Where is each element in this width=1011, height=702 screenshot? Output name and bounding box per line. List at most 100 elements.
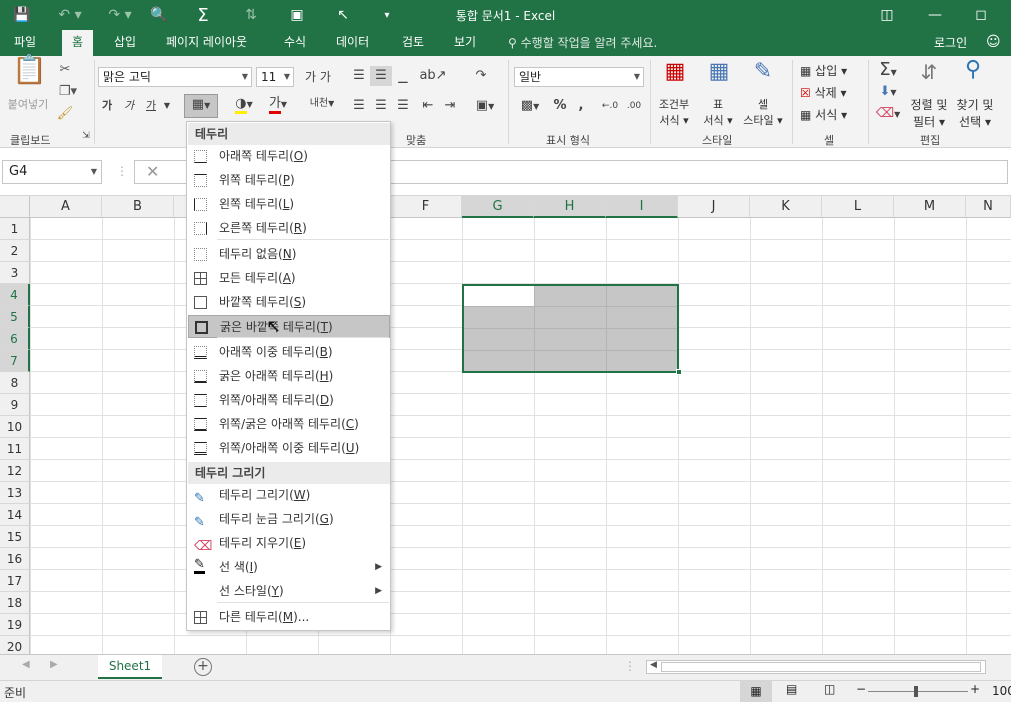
row-header-18[interactable]: 18 <box>0 592 30 614</box>
percent-button[interactable]: % <box>552 96 568 116</box>
menu-item-thick-outside-borders[interactable]: 굵은 바깥쪽 테두리(T) <box>188 315 390 338</box>
borders-button[interactable]: ▦▼ <box>184 94 218 118</box>
column-header-h[interactable]: H <box>534 196 606 218</box>
column-header-b[interactable]: B <box>102 196 174 218</box>
menu-item-bottom-double-border[interactable]: 아래쪽 이중 테두리(B) <box>188 341 390 364</box>
row-header-16[interactable]: 16 <box>0 548 30 570</box>
cell-styles-icon[interactable]: ✎ <box>748 61 778 92</box>
zoom-slider[interactable] <box>868 691 968 692</box>
menu-item-top-bottom-border[interactable]: 위쪽/아래쪽 테두리(D) <box>188 389 390 412</box>
cancel-icon[interactable]: ✕ <box>146 162 159 181</box>
row-header-3[interactable]: 3 <box>0 262 30 284</box>
cut-icon[interactable]: ✂ <box>56 60 74 80</box>
menu-item-thick-bottom-border[interactable]: 굵은 아래쪽 테두리(H) <box>188 365 390 388</box>
menu-item-left-border[interactable]: 왼쪽 테두리(L) <box>188 193 390 216</box>
align-top-icon[interactable]: ☰ <box>350 66 368 86</box>
maximize-button[interactable]: ◻ <box>966 4 996 26</box>
conditional-format-button[interactable]: 조건부 서식 ▾ <box>654 96 694 128</box>
font-name-combo[interactable]: 맑은 고딕 ▼ <box>98 67 252 87</box>
orientation-icon[interactable]: ab↗ <box>418 66 448 86</box>
menu-item-line-style[interactable]: 선 스타일(Y) ▶ <box>188 580 390 603</box>
fill-handle[interactable] <box>676 369 682 375</box>
tab-home[interactable]: 홈 <box>62 30 94 56</box>
font-size-combo[interactable]: 11 ▼ <box>256 67 294 87</box>
align-right-icon[interactable]: ☰ <box>394 96 412 116</box>
decrease-indent-icon[interactable]: ⇤ <box>418 96 438 116</box>
row-header-13[interactable]: 13 <box>0 482 30 504</box>
font-color-button[interactable]: 가▼ <box>262 94 294 115</box>
row-header-2[interactable]: 2 <box>0 240 30 262</box>
row-header-1[interactable]: 1 <box>0 218 30 240</box>
column-header-f[interactable]: F <box>390 196 462 218</box>
column-header-g[interactable]: G <box>462 196 534 218</box>
clear-icon[interactable]: ⌫▼ <box>874 104 902 125</box>
tab-view[interactable]: 보기 <box>444 30 486 56</box>
wrap-text-icon[interactable]: ↷ <box>470 66 492 86</box>
menu-item-outside-borders[interactable]: 바깥쪽 테두리(S) <box>188 291 390 314</box>
zoom-slider-thumb[interactable] <box>914 686 918 697</box>
fill-icon[interactable]: ⬇▼ <box>874 82 902 103</box>
page-layout-view-icon[interactable]: ▤ <box>786 682 797 696</box>
format-table-icon[interactable]: ▦ <box>704 61 734 92</box>
find-select-icon[interactable]: ⚲ <box>958 59 988 90</box>
row-header-6[interactable]: 6 <box>0 328 30 350</box>
delete-cells-button[interactable]: ☒ 삭제 ▾ <box>800 84 862 101</box>
login-link[interactable]: 로그인 <box>934 34 967 51</box>
row-header-15[interactable]: 15 <box>0 526 30 548</box>
chevron-down-icon[interactable]: ▼ <box>160 96 174 116</box>
tab-page-layout[interactable]: 페이지 레이아웃 <box>156 30 257 56</box>
zoom-out-button[interactable]: − <box>856 682 866 696</box>
menu-item-no-border[interactable]: 테두리 없음(N) <box>188 243 390 266</box>
scroll-thumb[interactable] <box>661 662 981 672</box>
menu-item-line-color[interactable]: ✎ 선 색(I) ▶ <box>188 556 390 579</box>
menu-item-draw-border-grid[interactable]: ✎ 테두리 눈금 그리기(G) <box>188 508 390 531</box>
fill-color-button[interactable]: ◑▼ <box>228 94 260 115</box>
row-header-7[interactable]: 7 <box>0 350 30 372</box>
copy-icon[interactable]: ❐▾ <box>56 82 80 102</box>
sort-filter-icon[interactable]: ⇵ <box>912 62 946 92</box>
row-header-4[interactable]: 4 <box>0 284 30 306</box>
comma-button[interactable]: , <box>574 96 588 116</box>
align-left-icon[interactable]: ☰ <box>350 96 368 116</box>
column-header-i[interactable]: I <box>606 196 678 218</box>
horizontal-scrollbar[interactable]: ◀ <box>646 660 986 674</box>
paste-button[interactable]: 붙여넣기 <box>2 96 54 112</box>
merge-center-icon[interactable]: ▣▼ <box>470 96 500 117</box>
normal-view-icon[interactable]: ▦ <box>740 681 772 702</box>
sheet-tab[interactable]: Sheet1 <box>98 655 162 679</box>
format-as-table-button[interactable]: 표 서식 ▾ <box>698 96 738 128</box>
column-header-n[interactable]: N <box>966 196 1011 218</box>
increase-indent-icon[interactable]: ⇥ <box>440 96 460 116</box>
number-format-combo[interactable]: 일반 ▼ <box>514 67 644 87</box>
column-header-l[interactable]: L <box>822 196 894 218</box>
tab-data[interactable]: 데이터 <box>326 30 379 56</box>
add-sheet-icon[interactable]: + <box>194 658 212 676</box>
zoom-level[interactable]: 100 <box>992 684 1011 698</box>
row-header-12[interactable]: 12 <box>0 460 30 482</box>
row-header-17[interactable]: 17 <box>0 570 30 592</box>
menu-item-draw-border[interactable]: ✎ 테두리 그리기(W) <box>188 484 390 507</box>
row-header-11[interactable]: 11 <box>0 438 30 460</box>
format-painter-icon[interactable]: 🖌 <box>56 104 74 124</box>
active-cell[interactable] <box>464 286 534 306</box>
conditional-format-icon[interactable]: ▦ <box>660 61 690 92</box>
sort-filter-button[interactable]: 정렬 및 필터 ▾ <box>906 96 952 130</box>
dialog-launcher-icon[interactable]: ⇲ <box>80 130 92 142</box>
ribbon-display-icon[interactable]: ◫ <box>872 4 902 26</box>
column-header-j[interactable]: J <box>678 196 750 218</box>
tab-insert[interactable]: 삽입 <box>104 30 146 56</box>
menu-item-top-thick-bottom-border[interactable]: 위쪽/굵은 아래쪽 테두리(C) <box>188 413 390 436</box>
row-header-14[interactable]: 14 <box>0 504 30 526</box>
align-middle-icon[interactable]: ☰ <box>370 66 392 86</box>
zoom-in-button[interactable]: + <box>970 682 980 696</box>
tell-me-box[interactable]: ⚲ 수행할 작업을 알려 주세요. <box>508 34 657 51</box>
hanja-button[interactable]: 내천▼ <box>304 94 340 114</box>
minimize-button[interactable]: — <box>920 4 950 26</box>
menu-item-erase-border[interactable]: ⌫ 테두리 지우기(E) <box>188 532 390 555</box>
bold-button[interactable]: 가 <box>100 96 114 116</box>
next-sheet-icon[interactable]: ▶ <box>50 659 58 670</box>
tab-review[interactable]: 검토 <box>392 30 434 56</box>
column-header-a[interactable]: A <box>30 196 102 218</box>
share-icon[interactable]: ☺ <box>986 34 1001 50</box>
prev-sheet-icon[interactable]: ◀ <box>22 659 30 670</box>
